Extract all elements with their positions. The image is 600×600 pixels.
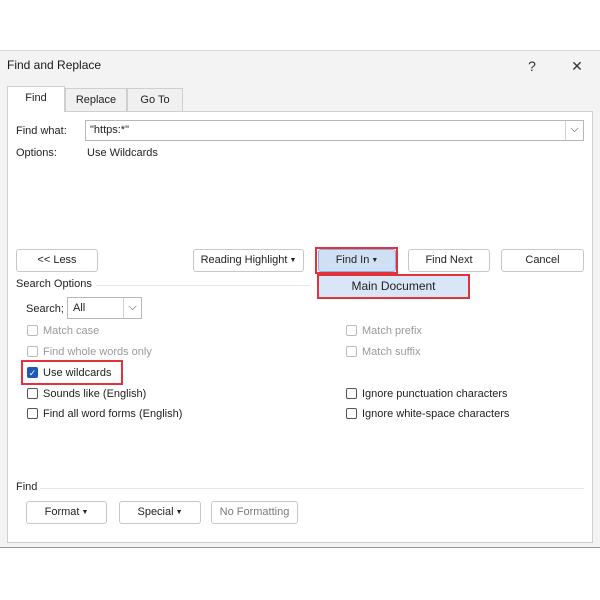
match-case-checkbox[interactable] bbox=[27, 325, 38, 336]
search-options-divider bbox=[96, 285, 310, 286]
cancel-label: Cancel bbox=[525, 254, 560, 266]
find-what-input[interactable]: "https:*" ⌵ bbox=[85, 120, 584, 141]
no-formatting-button[interactable]: No Formatting bbox=[211, 501, 298, 524]
whole-words-label: Find whole words only bbox=[43, 346, 152, 358]
search-direction-chevron-icon: ⌵ bbox=[123, 298, 141, 318]
search-label: Search; bbox=[26, 303, 64, 315]
less-button-label: << Less bbox=[37, 254, 77, 266]
ignore-whitespace-label: Ignore white-space characters bbox=[362, 408, 510, 420]
close-icon[interactable]: ✕ bbox=[563, 55, 591, 77]
less-button[interactable]: << Less bbox=[16, 249, 98, 272]
search-direction-select[interactable]: All ⌵ bbox=[67, 297, 142, 319]
find-section-divider bbox=[40, 488, 584, 489]
whole-words-checkbox[interactable] bbox=[27, 346, 38, 357]
tab-goto-label: Go To bbox=[140, 94, 170, 106]
format-caret-icon: ▼ bbox=[81, 509, 89, 516]
find-in-highlight-box bbox=[315, 247, 398, 274]
match-prefix-checkbox[interactable] bbox=[346, 325, 357, 336]
cancel-button[interactable]: Cancel bbox=[501, 249, 584, 272]
word-forms-label: Find all word forms (English) bbox=[43, 408, 183, 420]
dialog-title: Find and Replace bbox=[7, 58, 102, 72]
main-document-label: Main Document bbox=[351, 279, 436, 293]
match-prefix-label: Match prefix bbox=[362, 325, 422, 337]
options-value: Use Wildcards bbox=[87, 147, 158, 159]
reading-highlight-button[interactable]: Reading Highlight ▼ bbox=[193, 249, 304, 272]
tab-find[interactable]: Find bbox=[7, 86, 65, 112]
match-case-label: Match case bbox=[43, 325, 100, 337]
find-in-menu-item-main-document[interactable]: Main Document bbox=[317, 274, 470, 299]
search-direction-value: All bbox=[73, 302, 86, 314]
find-what-value: "https:*" bbox=[90, 124, 129, 136]
match-suffix-checkbox[interactable] bbox=[346, 346, 357, 357]
options-label: Options: bbox=[16, 147, 57, 159]
reading-highlight-caret-icon: ▼ bbox=[289, 257, 297, 264]
special-label: Special bbox=[137, 506, 174, 518]
find-what-label: Find what: bbox=[16, 125, 67, 137]
sounds-like-label: Sounds like (English) bbox=[43, 388, 147, 400]
no-formatting-label: No Formatting bbox=[219, 506, 290, 518]
match-suffix-label: Match suffix bbox=[362, 346, 421, 358]
reading-highlight-label: Reading Highlight bbox=[200, 254, 288, 266]
help-icon[interactable]: ? bbox=[518, 55, 546, 77]
ignore-punctuation-label: Ignore punctuation characters bbox=[362, 388, 508, 400]
find-section-heading: Find bbox=[16, 481, 38, 493]
find-next-button[interactable]: Find Next bbox=[408, 249, 490, 272]
format-button[interactable]: Format ▼ bbox=[26, 501, 107, 524]
ignore-punctuation-checkbox[interactable] bbox=[346, 388, 357, 399]
title-bar: Find and Replace ? ✕ bbox=[0, 51, 600, 81]
ignore-whitespace-checkbox[interactable] bbox=[346, 408, 357, 419]
tab-replace[interactable]: Replace bbox=[65, 88, 127, 111]
tab-replace-label: Replace bbox=[75, 94, 117, 106]
special-caret-icon: ▼ bbox=[175, 509, 183, 516]
search-options-heading: Search Options bbox=[16, 278, 92, 290]
use-wildcards-highlight-box bbox=[21, 360, 123, 385]
tab-find-label: Find bbox=[25, 92, 47, 104]
tab-goto[interactable]: Go To bbox=[127, 88, 183, 111]
sounds-like-checkbox[interactable] bbox=[27, 388, 38, 399]
format-label: Format bbox=[44, 506, 80, 518]
find-replace-dialog: Find and Replace ? ✕ Find Replace Go To … bbox=[0, 50, 600, 548]
find-next-label: Find Next bbox=[425, 254, 473, 266]
word-forms-checkbox[interactable] bbox=[27, 408, 38, 419]
special-button[interactable]: Special ▼ bbox=[119, 501, 201, 524]
find-what-dropdown-icon[interactable]: ⌵ bbox=[565, 121, 583, 140]
